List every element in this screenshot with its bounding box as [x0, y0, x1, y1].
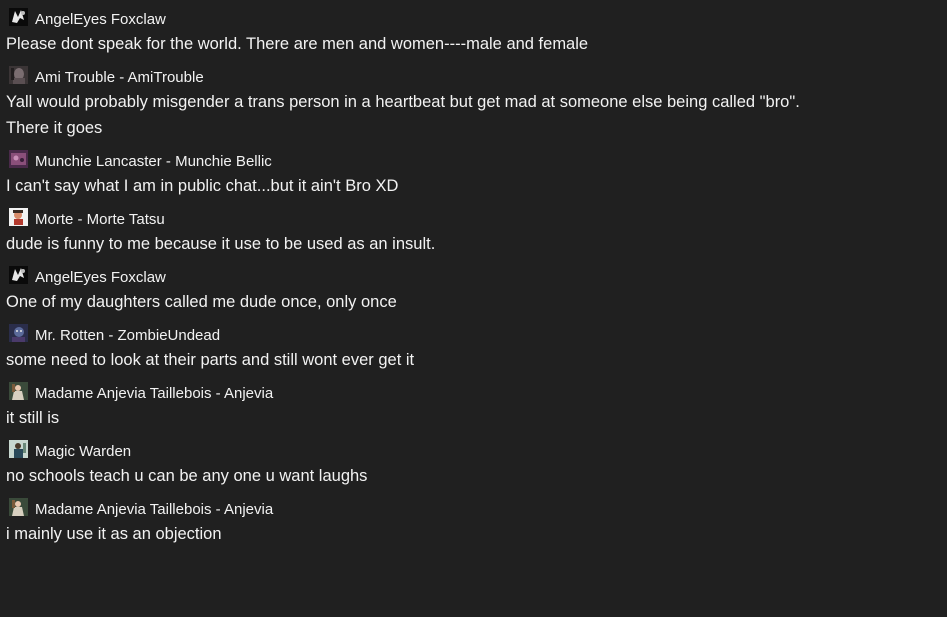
anjevia-avatar-icon[interactable]: [9, 382, 28, 400]
message-text: One of my daughters called me dude once,…: [6, 293, 397, 311]
author-name[interactable]: Mr. Rotten - ZombieUndead: [35, 327, 220, 344]
message-text: i mainly use it as an objection: [6, 525, 222, 543]
author-name[interactable]: Magic Warden: [35, 443, 131, 460]
author-name[interactable]: Ami Trouble - AmiTrouble: [35, 69, 204, 86]
message-text: Yall would probably misgender a trans pe…: [6, 93, 800, 137]
chat-message: Mr. Rotten - ZombieUndead some need to l…: [6, 324, 941, 373]
munchie-avatar-icon[interactable]: [9, 150, 28, 168]
ami-avatar-icon[interactable]: [9, 66, 28, 84]
author-name[interactable]: AngelEyes Foxclaw: [35, 269, 166, 286]
chat-message: Magic Warden no schools teach u can be a…: [6, 440, 941, 489]
chat-log: AngelEyes Foxclaw Please dont speak for …: [0, 0, 947, 617]
angeleyes-avatar-icon[interactable]: [9, 266, 28, 284]
message-author: Madame Anjevia Taillebois - Anjevia: [9, 382, 941, 404]
message-author: Munchie Lancaster - Munchie Bellic: [9, 150, 941, 172]
author-name[interactable]: Munchie Lancaster - Munchie Bellic: [35, 153, 272, 170]
morte-avatar-icon[interactable]: [9, 208, 28, 226]
message-author: AngelEyes Foxclaw: [9, 266, 941, 288]
message-text: some need to look at their parts and sti…: [6, 351, 415, 369]
message-text: dude is funny to me because it use to be…: [6, 235, 436, 253]
warden-avatar-icon[interactable]: [9, 440, 28, 458]
author-name[interactable]: Morte - Morte Tatsu: [35, 211, 165, 228]
chat-message: Ami Trouble - AmiTrouble Yall would prob…: [6, 66, 941, 141]
author-name[interactable]: Madame Anjevia Taillebois - Anjevia: [35, 385, 273, 402]
author-name[interactable]: AngelEyes Foxclaw: [35, 11, 166, 28]
rotten-avatar-icon[interactable]: [9, 324, 28, 342]
message-author: Ami Trouble - AmiTrouble: [9, 66, 941, 88]
message-author: AngelEyes Foxclaw: [9, 8, 941, 30]
message-author: Mr. Rotten - ZombieUndead: [9, 324, 941, 346]
anjevia-avatar-icon[interactable]: [9, 498, 28, 516]
chat-message: AngelEyes Foxclaw One of my daughters ca…: [6, 266, 941, 315]
message-text: I can't say what I am in public chat...b…: [6, 177, 399, 195]
chat-message: Madame Anjevia Taillebois - Anjevia it s…: [6, 382, 941, 431]
chat-message: AngelEyes Foxclaw Please dont speak for …: [6, 8, 941, 57]
author-name[interactable]: Madame Anjevia Taillebois - Anjevia: [35, 501, 273, 518]
message-author: Magic Warden: [9, 440, 941, 462]
message-text: it still is: [6, 409, 60, 427]
message-text: Please dont speak for the world. There a…: [6, 35, 589, 53]
chat-message: Madame Anjevia Taillebois - Anjevia i ma…: [6, 498, 941, 547]
message-text: no schools teach u can be any one u want…: [6, 467, 368, 485]
message-author: Morte - Morte Tatsu: [9, 208, 941, 230]
message-author: Madame Anjevia Taillebois - Anjevia: [9, 498, 941, 520]
chat-message: Morte - Morte Tatsu dude is funny to me …: [6, 208, 941, 257]
angeleyes-avatar-icon[interactable]: [9, 8, 28, 26]
chat-message: Munchie Lancaster - Munchie Bellic I can…: [6, 150, 941, 199]
